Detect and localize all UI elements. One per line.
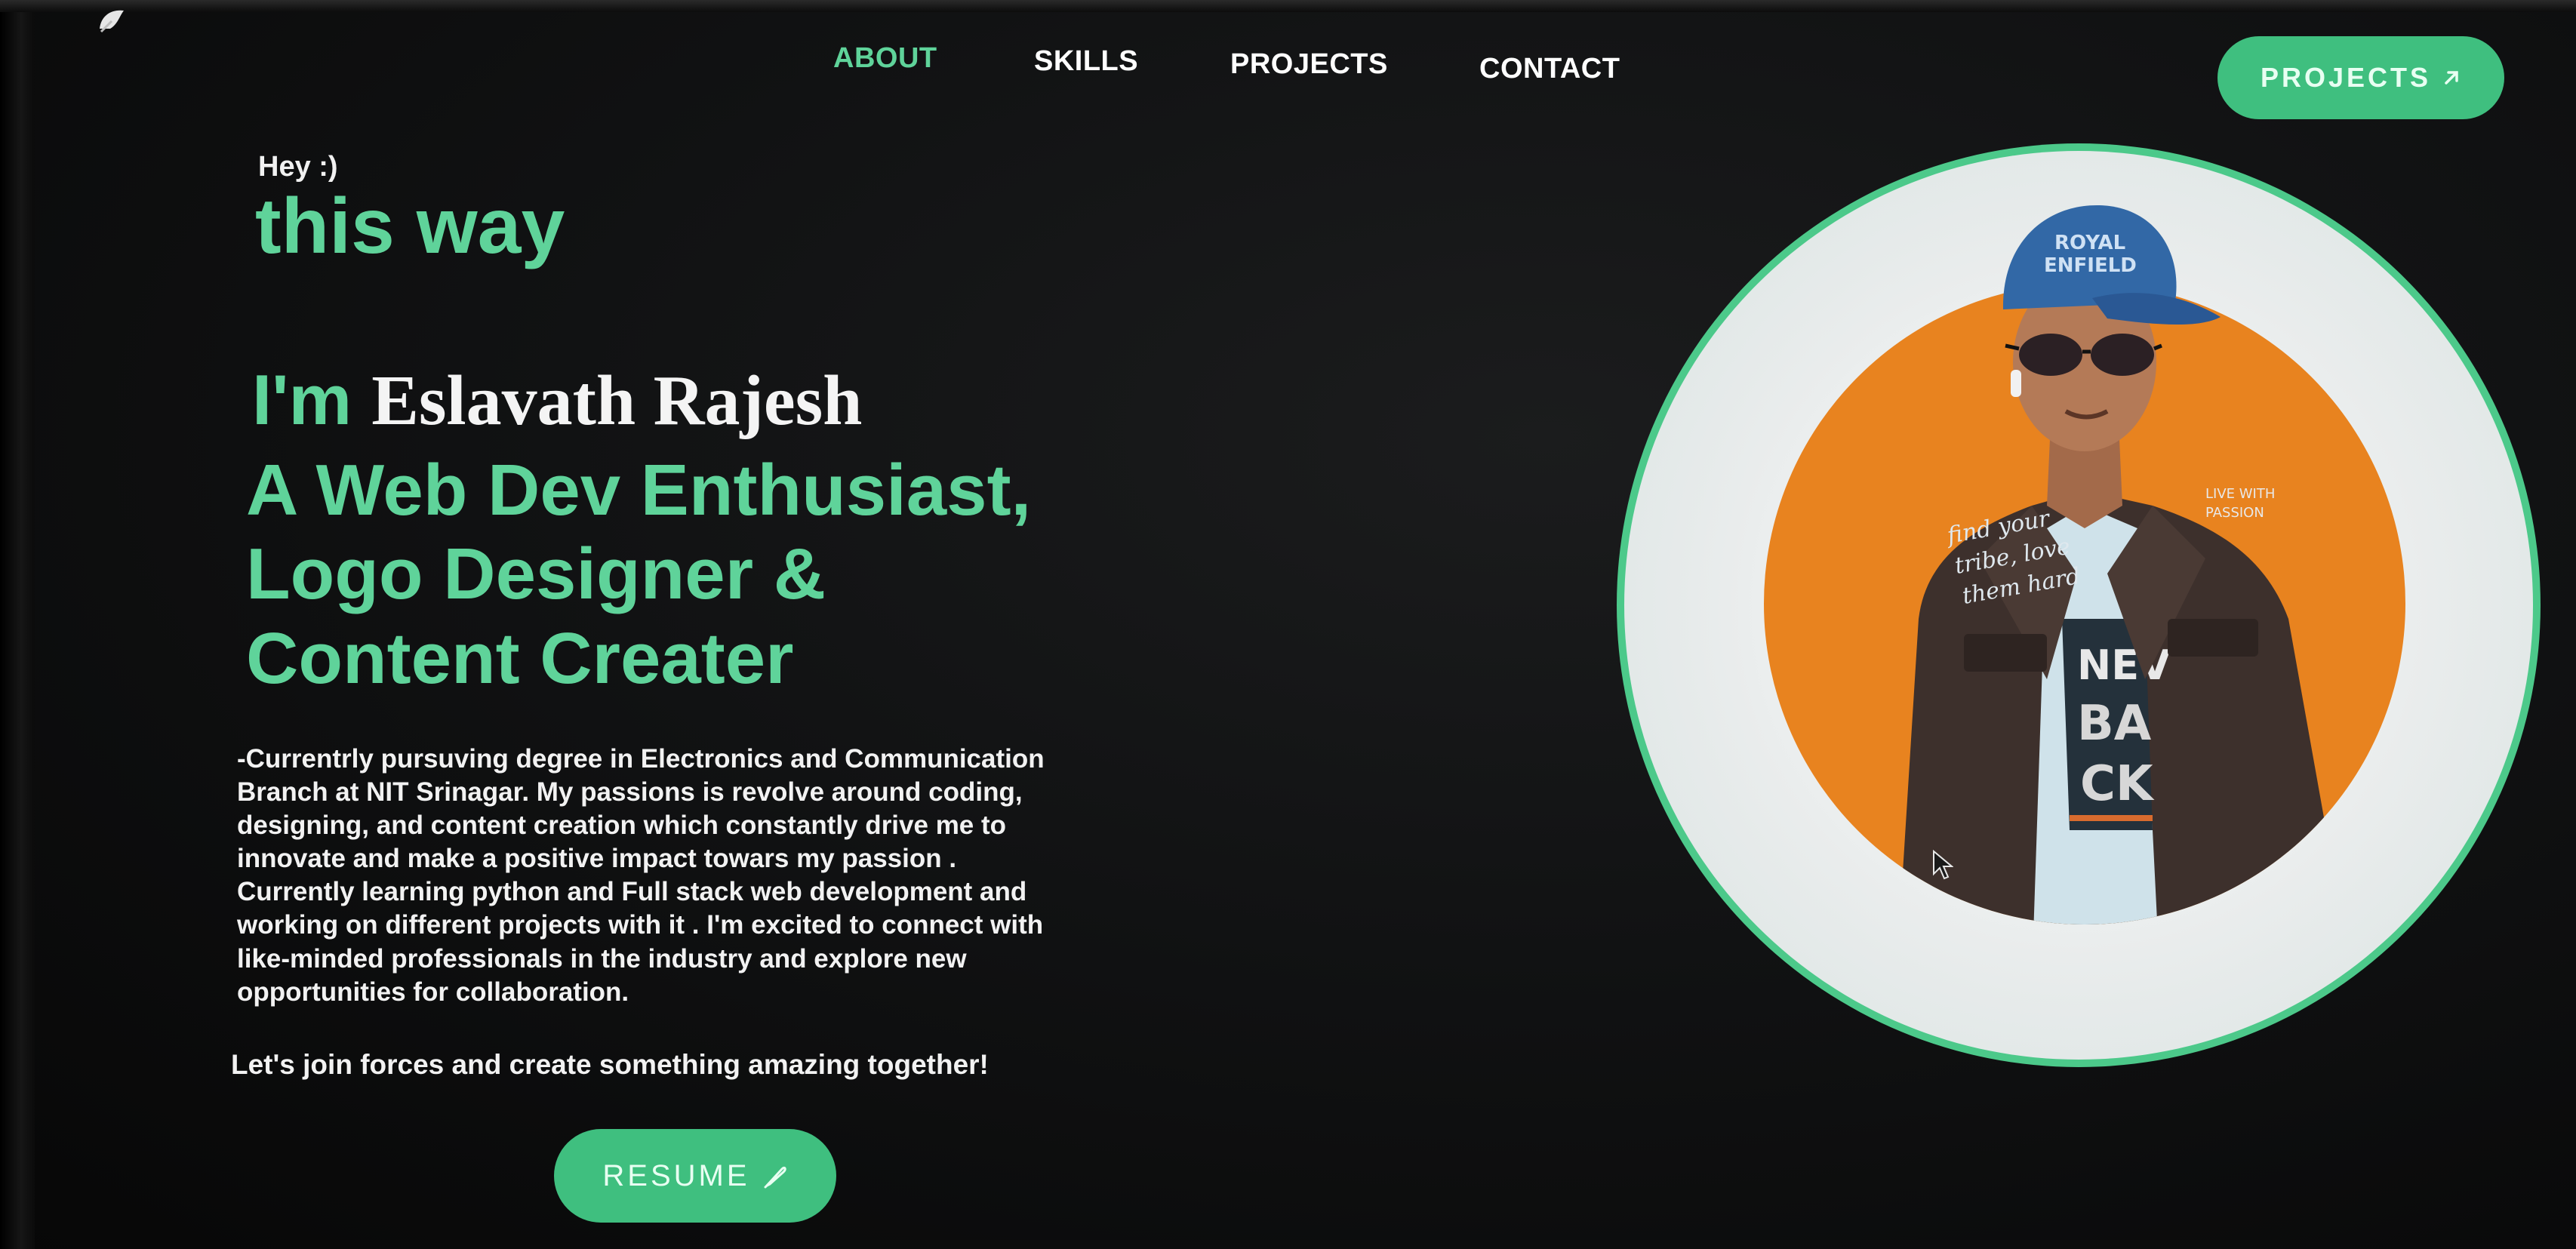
bio-line: like-minded professionals in the industr… (237, 943, 967, 974)
monitor-bezel-top (0, 0, 2576, 12)
nav-item-projects[interactable]: PROJECTS (1230, 48, 1388, 81)
role-line: Logo Designer & (246, 534, 826, 615)
svg-text:ROYAL: ROYAL (2054, 232, 2125, 254)
site-logo-icon[interactable] (97, 6, 128, 36)
bio-line: working on different projects with it . … (237, 910, 1044, 940)
person-name: Eslavath Rajesh (371, 361, 863, 440)
projects-button[interactable]: PROJECTS (2217, 36, 2504, 119)
bio-line: innovate and make a positive impact towa… (237, 844, 957, 874)
resume-button[interactable]: RESUME (554, 1129, 836, 1223)
bio-paragraph: -Currentrly pursuving degree in Electron… (237, 743, 1150, 1009)
role-line: Content Creater (246, 617, 794, 699)
role-heading: A Web Dev Enthusiast, Logo Designer & Co… (246, 448, 1152, 700)
bio-line: Branch at NIT Srinagar. My passions is r… (237, 777, 1023, 808)
bio-line: -Currentrly pursuving degree in Electron… (237, 744, 1045, 774)
role-line: A Web Dev Enthusiast, (246, 450, 1032, 531)
profile-photo-illustration: NEV BA CK find your tribe, love them har… (1764, 205, 2405, 924)
screen: ABOUT SKILLS PROJECTS CONTACT PROJECTS H… (0, 0, 2576, 1249)
nav-item-skills[interactable]: SKILLS (1034, 45, 1138, 78)
greeting: Hey :) (258, 151, 338, 183)
monitor-bezel (0, 0, 35, 1249)
svg-text:PASSION: PASSION (2205, 505, 2264, 521)
bio-line: opportunities for collaboration. (237, 977, 629, 1007)
intro-heading: I'm Eslavath Rajesh (252, 361, 862, 440)
portrait-cap: ROYAL ENFIELD (2002, 205, 2221, 325)
resume-button-label: RESUME (602, 1158, 750, 1192)
svg-text:LIVE WITH: LIVE WITH (2205, 486, 2275, 502)
feather-pen-icon (764, 1166, 786, 1189)
projects-button-label: PROJECTS (2260, 62, 2432, 93)
bio-line: designing, and content creation which co… (237, 811, 1007, 841)
intro-prefix: I'm (252, 360, 352, 439)
profile-photo-frame: NEV BA CK find your tribe, love them har… (1617, 143, 2541, 1067)
svg-text:ENFIELD: ENFIELD (2044, 254, 2137, 277)
mouse-cursor-icon (1933, 850, 1953, 880)
arrow-up-right-icon (2445, 71, 2458, 85)
nav-item-contact[interactable]: CONTACT (1479, 53, 1620, 85)
svg-text:BA: BA (2077, 696, 2152, 752)
profile-photo: NEV BA CK find your tribe, love them har… (1624, 151, 2533, 1060)
svg-text:CK: CK (2080, 756, 2155, 812)
bio-line: Currently learning python and Full stack… (237, 877, 1027, 907)
call-to-action: Let's join forces and create something a… (231, 1049, 989, 1080)
nav-item-about[interactable]: ABOUT (833, 42, 937, 75)
tagline: this way (255, 183, 565, 270)
